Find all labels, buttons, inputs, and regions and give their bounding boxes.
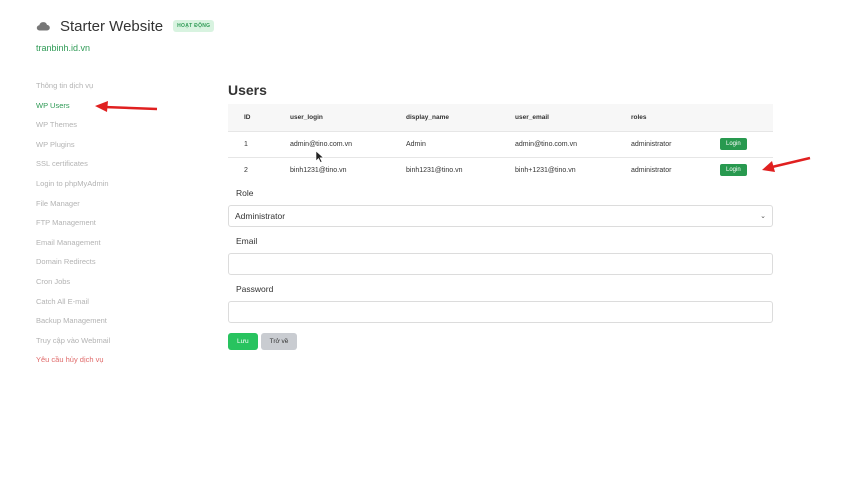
sidebar-item-cron-jobs[interactable]: Cron Jobs xyxy=(36,276,196,296)
sidebar-item-service-info[interactable]: Thông tin dịch vụ xyxy=(36,80,196,100)
cell-roles: administrator xyxy=(631,130,720,157)
login-button[interactable]: Login xyxy=(720,138,747,150)
form-actions: Lưu Trở về xyxy=(228,333,773,350)
main-content: Users ID user_login display_name user_em… xyxy=(228,80,773,350)
page-title: Users xyxy=(228,82,267,98)
table-row: 1 admin@tino.com.vn Admin admin@tino.com… xyxy=(228,130,773,157)
sidebar-item-catch-all-email[interactable]: Catch All E-mail xyxy=(36,296,196,316)
cell-roles: administrator xyxy=(631,156,720,183)
cell-user-login: binh1231@tino.vn xyxy=(290,156,406,183)
sidebar-item-wp-users[interactable]: WP Users xyxy=(36,100,196,120)
edit-user-form: Role Administrator ⌄ Email Password Lưu … xyxy=(228,187,773,350)
sidebar-item-file-manager[interactable]: File Manager xyxy=(36,198,196,218)
cell-id: 1 xyxy=(228,130,290,157)
sidebar-item-backup-management[interactable]: Backup Management xyxy=(36,315,196,335)
chevron-down-icon: ⌄ xyxy=(760,213,766,220)
site-title: Starter Website xyxy=(60,17,164,35)
column-header-roles: roles xyxy=(631,113,647,121)
cloud-icon xyxy=(36,22,50,31)
column-header-user-email: user_email xyxy=(515,113,549,121)
role-select[interactable]: Administrator ⌄ xyxy=(228,205,773,227)
cell-action: Login xyxy=(720,130,773,157)
status-badge: HOẠT ĐỘNG xyxy=(173,20,215,32)
login-button[interactable]: Login xyxy=(720,164,747,177)
table-row: 2 binh1231@tino.vn binh1231@tino.vn binh… xyxy=(228,156,773,183)
sidebar-item-phpmyadmin[interactable]: Login to phpMyAdmin xyxy=(36,178,196,198)
sidebar-item-ftp-management[interactable]: FTP Management xyxy=(36,217,196,237)
role-label: Role xyxy=(236,188,254,198)
password-label: Password xyxy=(236,284,274,294)
sidebar-item-email-management[interactable]: Email Management xyxy=(36,237,196,257)
sidebar-item-cancel-service[interactable]: Yêu cầu hủy dịch vụ xyxy=(36,354,196,374)
sidebar: Thông tin dịch vụ WP Users WP Themes WP … xyxy=(36,80,196,374)
cell-action: Login xyxy=(720,156,773,183)
column-header-id: ID xyxy=(244,113,251,121)
column-header-action xyxy=(720,104,773,131)
sidebar-item-wp-themes[interactable]: WP Themes xyxy=(36,119,196,139)
sidebar-item-domain-redirects[interactable]: Domain Redirects xyxy=(36,256,196,276)
password-field[interactable] xyxy=(228,301,773,323)
save-button[interactable]: Lưu xyxy=(228,333,258,350)
header: Starter Website HOẠT ĐỘNG xyxy=(36,16,215,36)
cell-user-email: binh+1231@tino.vn xyxy=(515,156,631,183)
cell-user-email: admin@tino.com.vn xyxy=(515,130,631,157)
sidebar-item-wp-plugins[interactable]: WP Plugins xyxy=(36,139,196,159)
users-table: ID user_login display_name user_email ro… xyxy=(228,104,773,183)
email-field[interactable] xyxy=(228,253,773,275)
cell-id: 2 xyxy=(228,156,290,183)
back-button[interactable]: Trở về xyxy=(260,333,298,350)
role-select-value: Administrator xyxy=(235,211,286,221)
table-header-row: ID user_login display_name user_email ro… xyxy=(228,104,773,131)
column-header-display-name: display_name xyxy=(406,113,449,121)
sidebar-item-ssl-certificates[interactable]: SSL certificates xyxy=(36,158,196,178)
domain-link[interactable]: tranbinh.id.vn xyxy=(36,43,90,53)
cell-user-login: admin@tino.com.vn xyxy=(290,130,406,157)
cell-display-name: Admin xyxy=(406,130,515,157)
cell-display-name: binh1231@tino.vn xyxy=(406,156,515,183)
email-label: Email xyxy=(236,236,258,246)
column-header-user-login: user_login xyxy=(290,113,323,121)
sidebar-item-webmail[interactable]: Truy cập vào Webmail xyxy=(36,335,196,355)
